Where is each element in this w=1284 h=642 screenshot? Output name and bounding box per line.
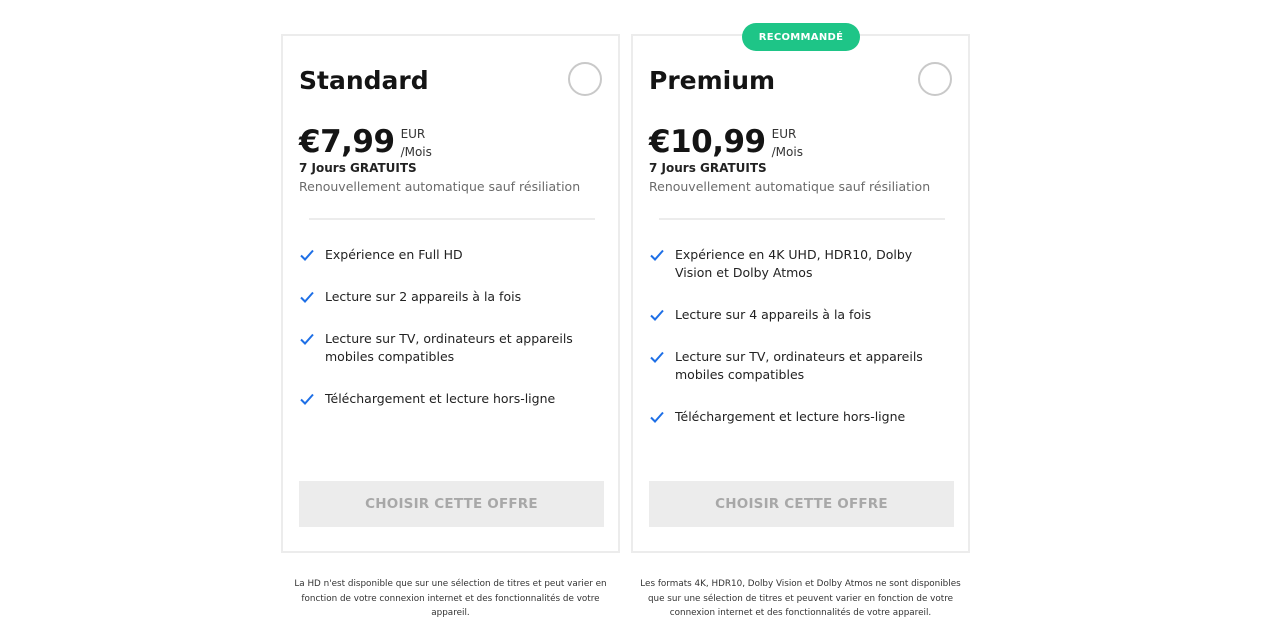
plan-card-premium[interactable]: RECOMMANDÉ Premium €10,99 EUR /Mois 7 Jo… [631,23,970,553]
renewal-text: Renouvellement automatique sauf résiliat… [649,179,931,194]
feature-item: Téléchargement et lecture hors-ligne [649,408,949,426]
price-block: €10,99 EUR /Mois [649,124,803,161]
footnote-premium: Les formats 4K, HDR10, Dolby Vision et D… [640,579,961,618]
check-icon [650,411,664,423]
renewal-text: Renouvellement automatique sauf résiliat… [299,179,581,194]
feature-text: Téléchargement et lecture hors-ligne [675,409,906,424]
price-period: /Mois [400,145,432,159]
check-icon [300,333,314,345]
check-icon [650,309,664,321]
feature-item: Lecture sur 4 appareils à la fois [649,306,949,324]
feature-text: Lecture sur 2 appareils à la fois [325,289,522,304]
feature-text: Téléchargement et lecture hors-ligne [325,391,556,406]
plan-radio-standard[interactable] [568,62,602,96]
check-icon [300,291,314,303]
price-currency: EUR [400,127,426,141]
check-icon [650,351,664,363]
check-icon [300,393,314,405]
divider [659,218,945,220]
plan-radio-premium[interactable] [918,62,952,96]
feature-item: Expérience en Full HD [299,246,599,264]
plan-name: Premium [649,66,776,95]
recommended-badge: RECOMMANDÉ [742,23,860,51]
choose-premium-button[interactable]: CHOISIR CETTE OFFRE [649,481,954,527]
plan-name: Standard [299,66,429,95]
plan-price: €7,99 [299,124,395,160]
trial-text: 7 Jours GRATUITS [649,161,767,175]
feature-text: Lecture sur TV, ordinateurs et appareils… [675,349,923,382]
feature-text: Lecture sur TV, ordinateurs et appareils… [325,331,573,364]
price-period: /Mois [771,145,803,159]
choose-standard-button[interactable]: CHOISIR CETTE OFFRE [299,481,604,527]
plan-price: €10,99 [649,124,766,160]
feature-list: Expérience en Full HD Lecture sur 2 appa… [299,246,599,432]
feature-item: Lecture sur TV, ordinateurs et appareils… [299,330,599,366]
feature-text: Lecture sur 4 appareils à la fois [675,307,872,322]
divider [309,218,595,220]
feature-text: Expérience en Full HD [325,247,463,262]
feature-item: Expérience en 4K UHD, HDR10, Dolby Visio… [649,246,949,282]
check-icon [650,249,664,261]
plan-card-standard[interactable]: Standard €7,99 EUR /Mois 7 Jours GRATUIT… [281,34,620,553]
feature-text: Expérience en 4K UHD, HDR10, Dolby Visio… [675,247,913,280]
feature-item: Lecture sur 2 appareils à la fois [299,288,599,306]
feature-list: Expérience en 4K UHD, HDR10, Dolby Visio… [649,246,949,450]
price-currency: EUR [771,127,797,141]
trial-text: 7 Jours GRATUITS [299,161,417,175]
footnote-standard: La HD n'est disponible que sur une sélec… [294,579,607,618]
feature-item: Téléchargement et lecture hors-ligne [299,390,599,408]
price-block: €7,99 EUR /Mois [299,124,432,161]
feature-item: Lecture sur TV, ordinateurs et appareils… [649,348,949,384]
check-icon [300,249,314,261]
